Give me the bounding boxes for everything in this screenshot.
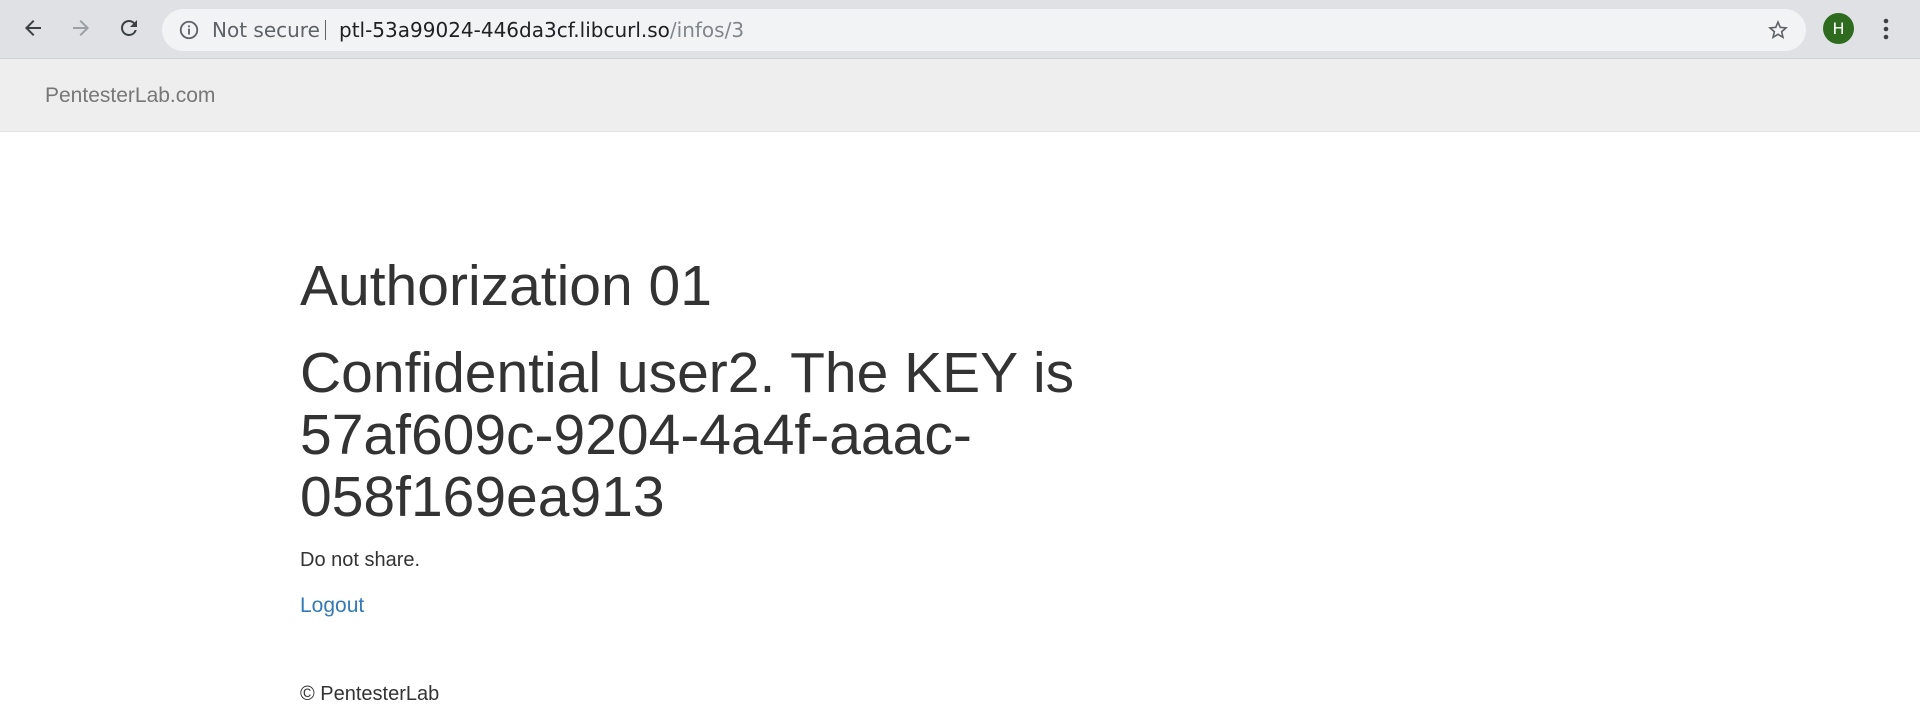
note-text: Do not share.	[300, 549, 421, 571]
security-status-label[interactable]: Not secure	[212, 9, 320, 51]
footer-copyright: © PentesterLab	[300, 683, 440, 705]
reload-button[interactable]	[112, 11, 146, 45]
browser-toolbar: Not secure ptl-53a99024-446da3cf.libcurl…	[0, 0, 1920, 59]
profile-avatar[interactable]: H	[1823, 13, 1854, 44]
brand-link[interactable]: PentesterLab.com	[45, 59, 215, 132]
address-bar[interactable]: Not secure ptl-53a99024-446da3cf.libcurl…	[162, 9, 1806, 51]
page-title: Authorization 01	[300, 254, 712, 318]
url-path: /infos/3	[669, 18, 745, 42]
arrow-left-icon	[25, 20, 41, 36]
url-text[interactable]: ptl-53a99024-446da3cf.libcurl.so/infos/3	[339, 9, 744, 51]
back-button[interactable]	[16, 11, 50, 45]
bookmark-star-icon[interactable]	[1766, 18, 1790, 42]
logout-link[interactable]: Logout	[300, 592, 364, 620]
forward-button[interactable]	[64, 11, 98, 45]
more-vertical-icon[interactable]	[1874, 14, 1898, 44]
secret-message: Confidential user2. The KEY is 57af609c-…	[300, 341, 1075, 529]
reload-icon	[121, 20, 137, 36]
info-icon[interactable]	[178, 19, 200, 41]
url-host: ptl-53a99024-446da3cf.libcurl.so	[339, 18, 670, 42]
arrow-right-icon	[73, 20, 89, 36]
url-separator	[325, 20, 326, 40]
site-navbar: PentesterLab.com	[0, 59, 1920, 132]
